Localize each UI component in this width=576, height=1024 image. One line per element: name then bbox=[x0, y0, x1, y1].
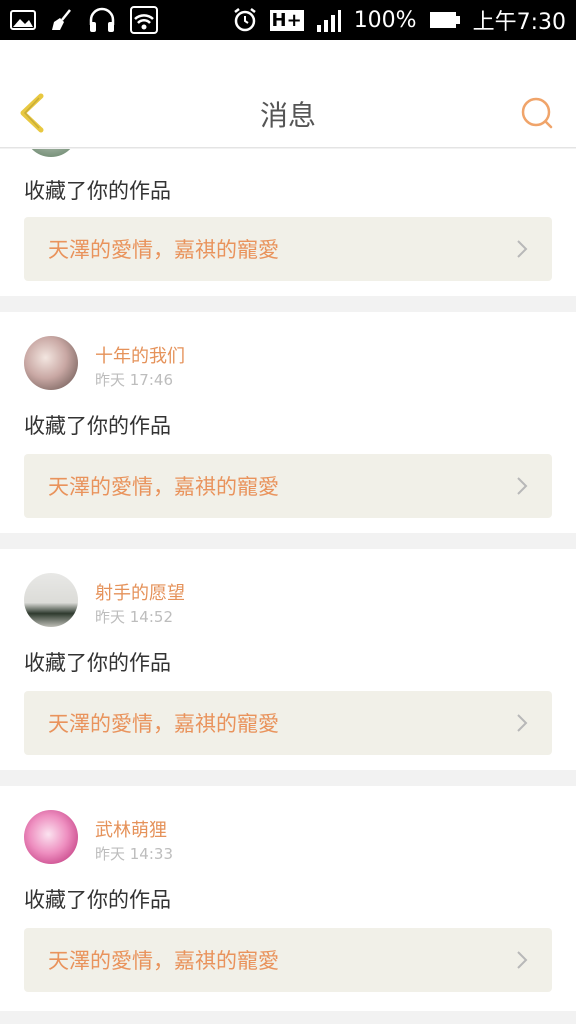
username[interactable]: 武林萌狸 bbox=[95, 816, 167, 842]
timestamp: 昨天 14:33 bbox=[95, 845, 173, 863]
gallery-icon bbox=[10, 10, 36, 30]
work-title: 天澤的愛情，嘉祺的寵愛 bbox=[48, 949, 279, 973]
network-type: H+ bbox=[269, 9, 304, 31]
avatar[interactable] bbox=[24, 149, 78, 157]
username[interactable]: 十年的我们 bbox=[95, 342, 185, 368]
page-title: 消息 bbox=[259, 99, 316, 132]
message-action: 收藏了你的作品 bbox=[24, 651, 171, 675]
app-header: 消息 bbox=[0, 40, 576, 148]
timestamp: 昨天 14:52 bbox=[95, 608, 173, 626]
message-card: 收藏了你的作品 天澤的愛情，嘉祺的寵愛 bbox=[0, 149, 576, 296]
message-action: 收藏了你的作品 bbox=[24, 179, 171, 203]
message-card: 射手的愿望 昨天 14:52 收藏了你的作品 天澤的愛情，嘉祺的寵愛 bbox=[0, 549, 576, 770]
search-icon[interactable] bbox=[520, 96, 554, 130]
chevron-right-icon bbox=[517, 240, 528, 258]
alarm-icon bbox=[233, 8, 256, 32]
message-list: 收藏了你的作品 天澤的愛情，嘉祺的寵愛 十年的我们 昨天 17:46 收藏了你的… bbox=[0, 149, 576, 1011]
clock: 上午7:30 bbox=[472, 10, 566, 35]
headphones-icon bbox=[89, 7, 115, 32]
work-link[interactable]: 天澤的愛情，嘉祺的寵愛 bbox=[24, 454, 552, 518]
battery-percent: 100% bbox=[353, 7, 417, 33]
signal-icon bbox=[316, 10, 341, 32]
chevron-right-icon bbox=[517, 951, 528, 969]
broom-icon bbox=[52, 9, 71, 30]
work-link[interactable]: 天澤的愛情，嘉祺的寵愛 bbox=[24, 217, 552, 281]
avatar[interactable] bbox=[24, 336, 78, 390]
avatar[interactable] bbox=[24, 810, 78, 864]
work-title: 天澤的愛情，嘉祺的寵愛 bbox=[48, 238, 279, 262]
chevron-right-icon bbox=[517, 477, 528, 495]
work-link[interactable]: 天澤的愛情，嘉祺的寵愛 bbox=[24, 691, 552, 755]
status-bar: H+ 100% 上午7:30 bbox=[0, 0, 576, 40]
work-title: 天澤的愛情，嘉祺的寵愛 bbox=[48, 712, 279, 736]
avatar[interactable] bbox=[24, 573, 78, 627]
message-card: 武林萌狸 昨天 14:33 收藏了你的作品 天澤的愛情，嘉祺的寵愛 bbox=[0, 786, 576, 1011]
chevron-right-icon bbox=[517, 714, 528, 732]
message-card: 十年的我们 昨天 17:46 收藏了你的作品 天澤的愛情，嘉祺的寵愛 bbox=[0, 312, 576, 533]
work-title: 天澤的愛情，嘉祺的寵愛 bbox=[48, 475, 279, 499]
wifi-icon bbox=[130, 6, 158, 34]
message-action: 收藏了你的作品 bbox=[24, 888, 171, 912]
username[interactable]: 射手的愿望 bbox=[95, 579, 185, 605]
message-action: 收藏了你的作品 bbox=[24, 414, 171, 438]
battery-icon bbox=[429, 12, 460, 28]
work-link[interactable]: 天澤的愛情，嘉祺的寵愛 bbox=[24, 928, 552, 992]
timestamp: 昨天 17:46 bbox=[95, 371, 173, 389]
